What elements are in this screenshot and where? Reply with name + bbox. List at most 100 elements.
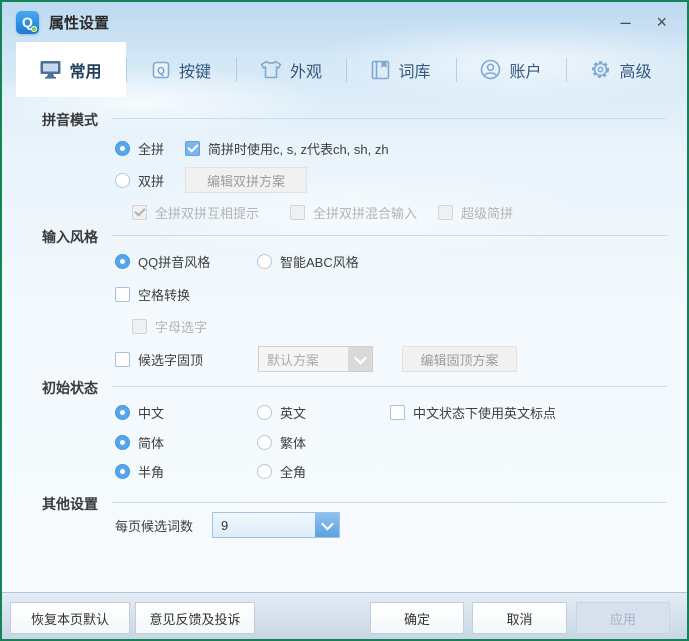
letter-select-label: 字母选字 (155, 317, 207, 336)
tab-advanced[interactable]: 高级 (566, 42, 676, 97)
candidate-pin-checkbox[interactable] (115, 352, 130, 367)
qq-pinyin-logo-icon: Q (16, 11, 39, 34)
section-divider (112, 502, 667, 503)
mutual-hint-checkbox (132, 205, 147, 220)
tab-appearance[interactable]: 外观 (236, 42, 346, 97)
simplified-label: 简体 (138, 433, 164, 452)
full-width-radio-field[interactable]: 全角 (257, 463, 306, 479)
super-jianpin-checkbox-field: 超级简拼 (438, 204, 513, 220)
qq-style-radio[interactable] (115, 254, 130, 269)
traditional-radio[interactable] (257, 435, 272, 450)
half-width-label: 半角 (138, 462, 164, 481)
tab-account-label: 账户 (509, 58, 541, 82)
minimize-button[interactable]: – (620, 13, 630, 31)
qq-style-radio-field[interactable]: QQ拼音风格 (115, 253, 210, 269)
feedback-button[interactable]: 意见反馈及投诉 (135, 602, 255, 634)
mutual-hint-checkbox-field: 全拼双拼互相提示 (132, 204, 259, 220)
simplified-radio-field[interactable]: 简体 (115, 434, 164, 450)
english-punct-checkbox[interactable] (390, 405, 405, 420)
tab-dictionary[interactable]: 词库 (346, 42, 456, 97)
traditional-label: 繁体 (280, 433, 306, 452)
mixed-input-checkbox (290, 205, 305, 220)
apply-button: 应用 (576, 602, 670, 634)
mixed-input-checkbox-field: 全拼双拼混合输入 (290, 204, 417, 220)
letter-select-checkbox (132, 319, 147, 334)
space-convert-checkbox-field[interactable]: 空格转换 (115, 286, 190, 302)
svg-text:Q: Q (157, 66, 165, 77)
half-width-radio[interactable] (115, 464, 130, 479)
super-jianpin-label: 超级简拼 (461, 203, 513, 222)
section-divider (112, 386, 667, 387)
letter-select-checkbox-field: 字母选字 (132, 318, 207, 334)
key-icon: Q (151, 60, 171, 80)
section-divider (112, 235, 667, 236)
english-punct-checkbox-field[interactable]: 中文状态下使用英文标点 (390, 404, 556, 420)
tab-dictionary-label: 词库 (398, 58, 430, 82)
quanpin-radio-field[interactable]: 全拼 (115, 140, 164, 156)
chinese-label: 中文 (138, 403, 164, 422)
properties-window: Q 属性设置 – × 常用 Q 按键 外观 (0, 0, 689, 641)
abc-style-radio[interactable] (257, 254, 272, 269)
cancel-button[interactable]: 取消 (472, 602, 567, 634)
pin-scheme-value: 默认方案 (259, 347, 348, 371)
full-width-radio[interactable] (257, 464, 272, 479)
section-title-initial-state: 初始状态 (42, 378, 98, 398)
quanpin-radio[interactable] (115, 141, 130, 156)
account-icon (480, 59, 501, 80)
candidate-pin-checkbox-field[interactable]: 候选字固顶 (115, 351, 203, 367)
edit-pin-button: 编辑固顶方案 (402, 346, 517, 372)
chinese-radio[interactable] (115, 405, 130, 420)
shuangpin-radio[interactable] (115, 173, 130, 188)
chevron-down-icon[interactable] (315, 513, 339, 537)
tab-common[interactable]: 常用 (16, 42, 126, 97)
candidates-per-page-field: 每页候选词数 (115, 517, 193, 533)
chevron-down-icon (348, 347, 372, 371)
space-convert-label: 空格转换 (138, 285, 190, 304)
mutual-hint-label: 全拼双拼互相提示 (155, 203, 259, 222)
section-divider (112, 118, 667, 119)
window-title: 属性设置 (49, 12, 109, 33)
logo-green-dot (31, 26, 37, 32)
edit-shuangpin-button: 编辑双拼方案 (185, 167, 307, 193)
section-title-input-style: 输入风格 (42, 227, 98, 247)
full-width-label: 全角 (280, 462, 306, 481)
tab-keys[interactable]: Q 按键 (126, 42, 236, 97)
half-width-radio-field[interactable]: 半角 (115, 463, 164, 479)
english-radio-field[interactable]: 英文 (257, 404, 306, 420)
jianpin-checkbox[interactable] (185, 141, 200, 156)
simplified-radio[interactable] (115, 435, 130, 450)
abc-style-label: 智能ABC风格 (280, 252, 359, 271)
jianpin-checkbox-field[interactable]: 简拼时使用c, s, z代表ch, sh, zh (185, 140, 389, 156)
pin-scheme-select: 默认方案 (258, 346, 373, 372)
english-label: 英文 (280, 403, 306, 422)
jianpin-label: 简拼时使用c, s, z代表ch, sh, zh (208, 139, 389, 158)
candidates-per-page-select[interactable]: 9 (212, 512, 340, 538)
shuangpin-radio-field[interactable]: 双拼 (115, 172, 164, 188)
quanpin-label: 全拼 (138, 139, 164, 158)
super-jianpin-checkbox (438, 205, 453, 220)
shuangpin-label: 双拼 (138, 171, 164, 190)
book-icon (371, 60, 390, 80)
traditional-radio-field[interactable]: 繁体 (257, 434, 306, 450)
candidate-pin-label: 候选字固顶 (138, 350, 203, 369)
window-controls: – × (620, 13, 673, 31)
qq-style-label: QQ拼音风格 (138, 252, 210, 271)
section-title-pinyin-mode: 拼音模式 (42, 110, 98, 130)
english-punct-label: 中文状态下使用英文标点 (413, 403, 556, 422)
tab-bar: 常用 Q 按键 外观 词库 账户 (2, 42, 687, 97)
abc-style-radio-field[interactable]: 智能ABC风格 (257, 253, 359, 269)
english-radio[interactable] (257, 405, 272, 420)
tab-common-label: 常用 (69, 58, 101, 82)
tab-appearance-label: 外观 (290, 58, 322, 82)
tab-keys-label: 按键 (179, 58, 211, 82)
section-title-other: 其他设置 (42, 494, 98, 514)
close-button[interactable]: × (656, 13, 667, 31)
ok-button[interactable]: 确定 (370, 602, 464, 634)
gear-icon (590, 59, 611, 80)
chinese-radio-field[interactable]: 中文 (115, 404, 164, 420)
tab-account[interactable]: 账户 (456, 42, 566, 97)
restore-defaults-button[interactable]: 恢复本页默认 (10, 602, 130, 634)
space-convert-checkbox[interactable] (115, 287, 130, 302)
mixed-input-label: 全拼双拼混合输入 (313, 203, 417, 222)
candidates-per-page-label: 每页候选词数 (115, 516, 193, 535)
